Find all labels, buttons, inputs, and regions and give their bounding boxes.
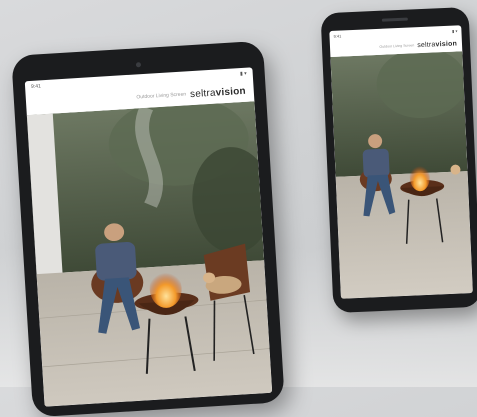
tablet-logo-light: seltra xyxy=(189,87,217,100)
phone-status-icons: ▮ ▾ xyxy=(451,27,458,34)
tablet-camera xyxy=(135,62,142,68)
tablet-status-time: 9:41 xyxy=(30,83,42,90)
tablet-logo[interactable]: seltravision xyxy=(190,85,246,99)
phone-logo-bold: vision xyxy=(435,39,458,48)
phone-screen: 9:41 ▮ ▾ Outdoor Living Screen seltravis… xyxy=(329,25,473,299)
phone-tagline: Outdoor Living Screen xyxy=(379,43,415,49)
tablet-device: 9:41 ▮ ▾ Outdoor Living Screen seltravis… xyxy=(11,40,285,417)
phone-logo-light: seltra xyxy=(417,40,436,49)
tablet-screen: 9:41 ▮ ▾ Outdoor Living Screen seltravis… xyxy=(24,67,273,407)
phone-speaker xyxy=(381,17,408,22)
tablet-hero-photo xyxy=(26,101,273,407)
phone-logo[interactable]: seltravision xyxy=(417,40,457,49)
tablet-tagline: Outdoor Living Screen xyxy=(136,91,187,101)
phone-photo-illustration xyxy=(330,51,473,299)
man-shirt xyxy=(95,242,137,281)
tablet-status-icons: ▮ ▾ xyxy=(239,70,247,78)
phone-device: 9:41 ▮ ▾ Outdoor Living Screen seltravis… xyxy=(320,6,477,314)
phone-hero-photo xyxy=(330,51,473,299)
phone-status-time: 9:41 xyxy=(333,32,342,39)
tablet-photo-illustration xyxy=(26,101,273,407)
tablet-logo-bold: vision xyxy=(215,85,247,99)
phone-man-shirt xyxy=(362,148,390,178)
